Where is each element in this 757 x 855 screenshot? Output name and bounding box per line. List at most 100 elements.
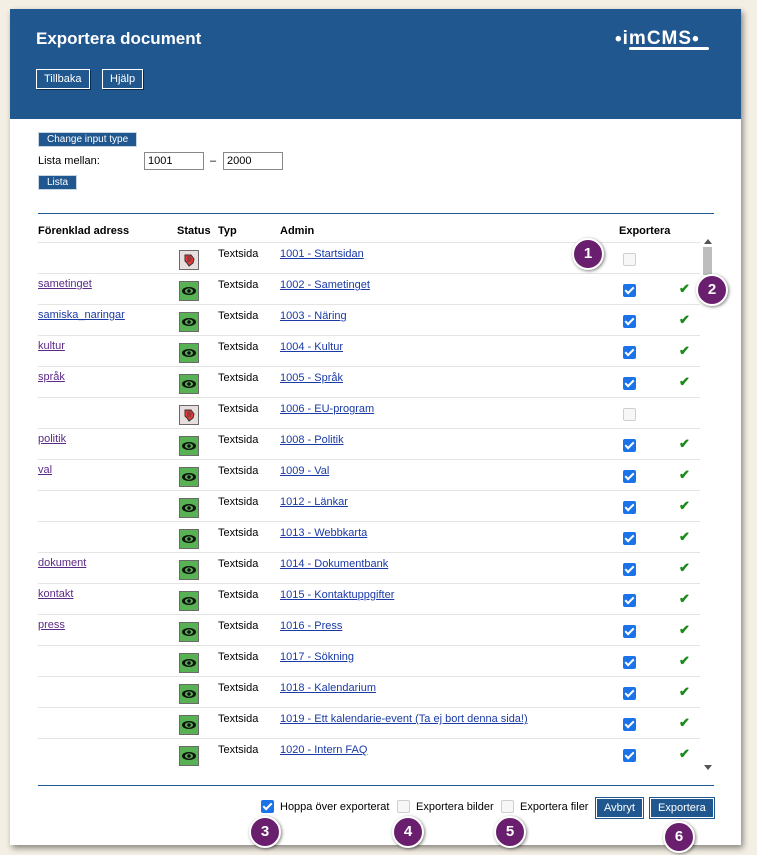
admin-link[interactable]: 1014 - Dokumentbank [280,558,388,570]
back-button[interactable]: Tillbaka [36,69,90,89]
admin-link[interactable]: 1004 - Kultur [280,341,343,353]
admin-link[interactable]: 1017 - Sökning [280,651,354,663]
callout-badge-4: 4 [392,816,424,848]
published-eye-icon[interactable] [179,560,199,580]
export-checkbox[interactable] [623,501,636,514]
export-checkbox[interactable] [623,470,636,483]
published-eye-icon[interactable] [179,467,199,487]
simple-address-link[interactable]: dokument [38,557,86,569]
published-eye-icon[interactable] [179,529,199,549]
simple-address-link[interactable]: press [38,619,65,631]
simple-address-link[interactable]: val [38,464,52,476]
header-bar: Exportera document • imCMS • Tillbaka Hjäl… [10,9,741,119]
simple-address-link[interactable]: sametinget [38,278,92,290]
admin-link[interactable]: 1001 - Startsidan [280,248,364,260]
scroll-thumb[interactable] [703,247,712,275]
published-eye-icon[interactable] [179,653,199,673]
table-row: kontakt Textsida 1015 - Kontaktuppgifter ✔ [38,583,700,614]
export-checkbox[interactable] [623,718,636,731]
export-checkbox[interactable] [623,625,636,638]
published-eye-icon[interactable] [179,746,199,766]
published-eye-icon[interactable] [179,343,199,363]
export-checkbox[interactable] [623,346,636,359]
col-header-status: Status [177,225,211,237]
simple-address-link[interactable]: samiska_naringar [38,309,125,321]
export-checkbox[interactable] [623,253,636,266]
export-checkbox[interactable] [623,656,636,669]
export-checkbox[interactable] [623,408,636,421]
table-row: politik Textsida 1008 - Politik ✔ [38,428,700,459]
unpublished-hand-icon[interactable] [179,250,199,270]
admin-link[interactable]: 1008 - Politik [280,434,344,446]
admin-link[interactable]: 1019 - Ett kalendarie-event (Ta ej bort … [280,713,528,725]
simple-address-link[interactable]: språk [38,371,65,383]
exported-check-icon: ✔ [679,684,690,699]
published-eye-icon[interactable] [179,684,199,704]
admin-link[interactable]: 1012 - Länkar [280,496,348,508]
scroll-down-arrow-icon[interactable] [704,765,712,770]
export-images-checkbox[interactable] [397,800,410,813]
document-type: Textsida [218,279,259,291]
export-checkbox[interactable] [623,284,636,297]
document-type: Textsida [218,341,259,353]
admin-link[interactable]: 1006 - EU-program [280,403,374,415]
exported-check-icon: ✔ [679,591,690,606]
published-eye-icon[interactable] [179,498,199,518]
table-scrollbar[interactable] [701,237,714,772]
admin-link[interactable]: 1013 - Webbkarta [280,527,367,539]
admin-link[interactable]: 1016 - Press [280,620,342,632]
export-files-checkbox[interactable] [501,800,514,813]
help-button[interactable]: Hjälp [102,69,144,89]
document-type: Textsida [218,434,259,446]
published-eye-icon[interactable] [179,436,199,456]
cancel-button[interactable]: Avbryt [596,798,643,818]
published-eye-icon[interactable] [179,622,199,642]
skip-exported-checkbox[interactable] [261,800,274,813]
simple-address-link[interactable]: kontakt [38,588,73,600]
document-type: Textsida [218,744,259,756]
document-type: Textsida [218,682,259,694]
exported-check-icon: ✔ [679,343,690,358]
simple-address-link[interactable]: politik [38,433,66,445]
published-eye-icon[interactable] [179,374,199,394]
admin-link[interactable]: 1020 - Intern FAQ [280,744,367,756]
range-from-input[interactable] [144,152,204,170]
published-eye-icon[interactable] [179,312,199,332]
export-checkbox[interactable] [623,687,636,700]
published-eye-icon[interactable] [179,281,199,301]
export-checkbox[interactable] [623,563,636,576]
export-dialog: Exportera document • imCMS • Tillbaka Hjäl… [10,9,741,845]
change-input-type-button[interactable]: Change input type [38,132,138,147]
export-checkbox[interactable] [623,377,636,390]
document-type: Textsida [218,372,259,384]
col-header-type: Typ [218,225,237,237]
admin-link[interactable]: 1002 - Sametinget [280,279,370,291]
skip-exported-label: Hoppa över exporterat [280,801,390,813]
range-to-input[interactable] [223,152,283,170]
document-type: Textsida [218,558,259,570]
export-checkbox[interactable] [623,532,636,545]
callout-badge-3: 3 [249,816,281,848]
export-checkbox[interactable] [623,315,636,328]
scroll-up-arrow-icon[interactable] [704,239,712,244]
export-button[interactable]: Exportera [650,798,714,818]
simple-address-link[interactable]: kultur [38,340,65,352]
export-checkbox[interactable] [623,749,636,762]
table-row: Textsida 1013 - Webbkarta ✔ [38,521,700,552]
export-checkbox[interactable] [623,594,636,607]
admin-link[interactable]: 1003 - Näring [280,310,347,322]
list-button[interactable]: Lista [38,175,78,190]
admin-link[interactable]: 1005 - Språk [280,372,343,384]
table-row: val Textsida 1009 - Val ✔ [38,459,700,490]
published-eye-icon[interactable] [179,591,199,611]
published-eye-icon[interactable] [179,715,199,735]
page-title: Exportera document [36,29,202,48]
table-row: Textsida 1017 - Sökning ✔ [38,645,700,676]
admin-link[interactable]: 1009 - Val [280,465,329,477]
admin-link[interactable]: 1015 - Kontaktuppgifter [280,589,394,601]
table-row: dokument Textsida 1014 - Dokumentbank ✔ [38,552,700,583]
admin-link[interactable]: 1018 - Kalendarium [280,682,376,694]
unpublished-hand-icon[interactable] [179,405,199,425]
table-row: samiska_naringar Textsida 1003 - Näring ✔ [38,304,700,335]
export-checkbox[interactable] [623,439,636,452]
